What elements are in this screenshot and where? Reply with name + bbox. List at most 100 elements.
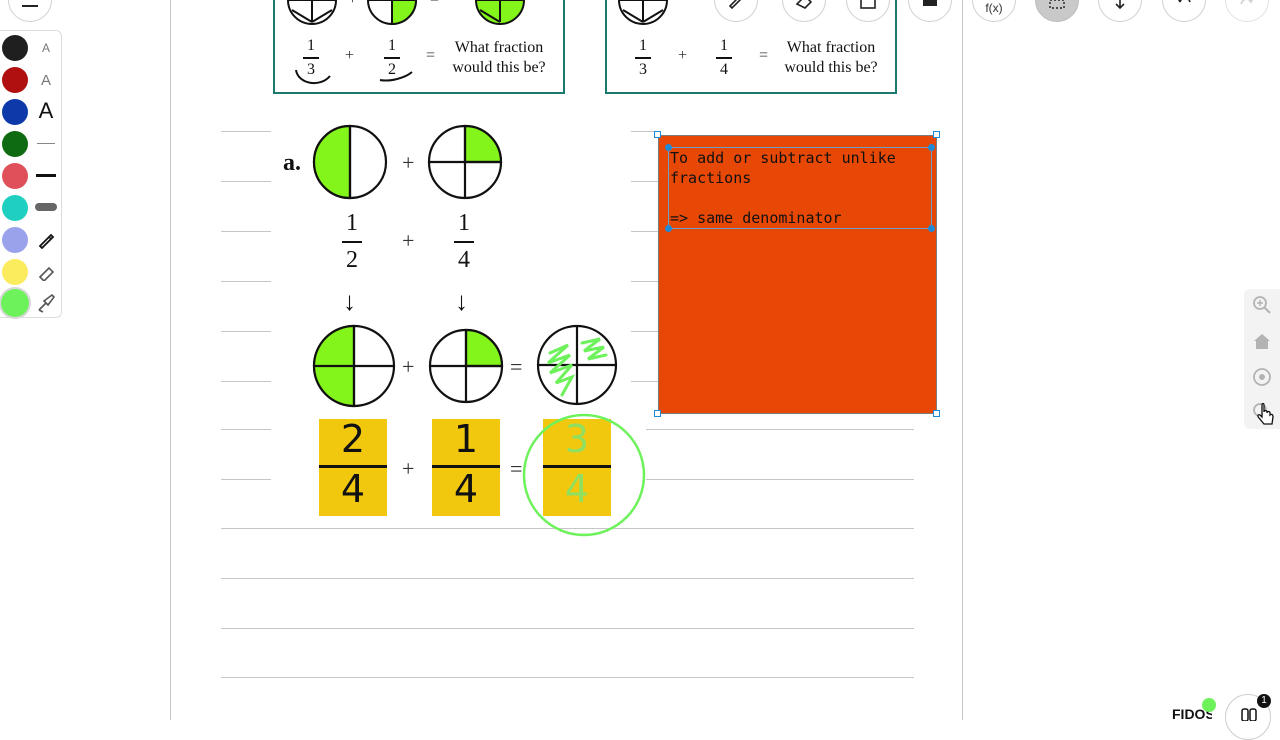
hw-numerator: 1 bbox=[453, 417, 479, 461]
online-status-dot bbox=[1202, 698, 1216, 712]
box-right-fraction-2: 1 4 bbox=[713, 37, 735, 79]
shape-icon bbox=[860, 0, 876, 9]
resize-handle[interactable] bbox=[654, 410, 661, 417]
fraction-bar bbox=[384, 57, 400, 59]
ruled-line bbox=[221, 677, 914, 678]
function-label: f(x) bbox=[985, 1, 1003, 15]
box-right-question: What fraction would this be? bbox=[776, 38, 886, 78]
hand-cursor-icon bbox=[1257, 403, 1274, 425]
highlighter-icon bbox=[38, 266, 55, 281]
redo-icon bbox=[1240, 0, 1253, 5]
hw-numerator: 2 bbox=[340, 417, 366, 461]
denominator: 3 bbox=[639, 60, 647, 78]
center-button[interactable] bbox=[1251, 366, 1273, 388]
pen-button[interactable] bbox=[34, 227, 58, 251]
line-thin[interactable] bbox=[34, 131, 58, 155]
text-resize-handle[interactable] bbox=[928, 144, 935, 151]
color-swatch-blue[interactable] bbox=[2, 99, 28, 125]
zoom-in-icon bbox=[1253, 296, 1271, 314]
color-swatch-yellow[interactable] bbox=[2, 259, 28, 285]
pen-icon bbox=[38, 233, 55, 249]
plus-sign-row3: + bbox=[402, 354, 415, 379]
ruled-line bbox=[221, 231, 271, 232]
color-swatch-green[interactable] bbox=[2, 131, 28, 157]
undo-button[interactable] bbox=[1162, 0, 1206, 22]
svg-text:=: = bbox=[430, 0, 439, 8]
box-left-question: What fraction would this be? bbox=[444, 38, 554, 78]
resize-handle[interactable] bbox=[933, 410, 940, 417]
resize-handle[interactable] bbox=[933, 131, 940, 138]
medium-line-icon bbox=[36, 173, 56, 177]
box-left-equals: = bbox=[426, 47, 436, 64]
fraction-bar bbox=[716, 57, 732, 59]
undo-icon bbox=[1178, 0, 1191, 3]
select-icon bbox=[1049, 0, 1065, 9]
ink-underline-marks bbox=[295, 69, 413, 85]
box-right-plus: + bbox=[678, 47, 688, 64]
move-tool-button[interactable] bbox=[1098, 0, 1142, 22]
participants-icon bbox=[1241, 708, 1257, 721]
question-line-2: would this be? bbox=[784, 59, 878, 76]
text-size-medium[interactable]: A bbox=[34, 68, 58, 92]
problem-label: a. bbox=[283, 150, 301, 176]
handwritten-fraction-two-fourths: 2 4 bbox=[319, 417, 387, 516]
color-swatch-pink[interactable] bbox=[2, 163, 28, 189]
fraction-bar bbox=[303, 57, 319, 59]
example-box-left-pies: + = bbox=[286, 0, 526, 26]
fraction-one-quarter: 1 4 bbox=[450, 210, 478, 274]
color-swatch-lavender[interactable] bbox=[2, 227, 28, 253]
select-tool-button[interactable] bbox=[1035, 0, 1079, 22]
svg-text:+: + bbox=[348, 0, 357, 8]
move-icon bbox=[1115, 0, 1125, 10]
question-line-1: What fraction bbox=[454, 39, 544, 56]
denominator: 4 bbox=[720, 60, 728, 78]
ruled-line bbox=[221, 628, 914, 629]
numerator: 1 bbox=[346, 210, 358, 236]
ruled-line bbox=[221, 479, 271, 480]
fraction-bar bbox=[342, 241, 362, 243]
numerator: 1 bbox=[639, 37, 647, 54]
note-icon bbox=[923, 0, 937, 6]
fraction-bar bbox=[635, 57, 651, 59]
highlighter-button[interactable] bbox=[34, 259, 58, 283]
text-resize-handle[interactable] bbox=[665, 225, 672, 232]
color-swatch-black[interactable] bbox=[2, 35, 28, 61]
redo-button[interactable] bbox=[1225, 0, 1269, 22]
brush-button[interactable] bbox=[34, 291, 58, 315]
menu-button[interactable] bbox=[8, 0, 52, 22]
denominator: 2 bbox=[346, 246, 358, 273]
target-icon bbox=[1253, 368, 1271, 386]
text-size-small[interactable]: A bbox=[34, 36, 58, 60]
resize-handle[interactable] bbox=[654, 131, 661, 138]
ruled-line bbox=[221, 429, 271, 430]
text-resize-handle[interactable] bbox=[928, 225, 935, 232]
zoom-in-button[interactable] bbox=[1251, 294, 1273, 316]
color-swatch-light-green[interactable] bbox=[1, 289, 29, 317]
text-resize-handle[interactable] bbox=[665, 144, 672, 151]
function-tool-button[interactable]: f(x) bbox=[972, 0, 1016, 22]
brush-icon bbox=[38, 293, 56, 313]
line-medium[interactable] bbox=[34, 163, 58, 187]
numerator: 1 bbox=[307, 37, 315, 54]
down-arrow-left: ↓ bbox=[343, 287, 356, 316]
plus-sign-row1: + bbox=[402, 150, 415, 175]
participants-count-badge: 1 bbox=[1257, 694, 1271, 708]
box-right-fraction-1: 1 3 bbox=[632, 37, 654, 79]
home-button[interactable] bbox=[1251, 330, 1273, 352]
denominator: 4 bbox=[458, 246, 470, 273]
numerator: 1 bbox=[720, 37, 728, 54]
down-arrow-right: ↓ bbox=[455, 287, 468, 316]
ruled-line bbox=[221, 381, 271, 382]
plus-sign-row2: + bbox=[402, 228, 415, 253]
text-size-large[interactable]: A bbox=[34, 98, 58, 123]
eraser-icon bbox=[795, 0, 813, 9]
thin-line-icon bbox=[37, 142, 55, 144]
question-line-1: What fraction bbox=[786, 39, 876, 56]
color-swatch-red[interactable] bbox=[2, 67, 28, 93]
numerator: 1 bbox=[388, 37, 396, 54]
color-swatch-turquoise[interactable] bbox=[2, 195, 28, 221]
line-thick[interactable] bbox=[34, 195, 58, 219]
fraction-one-half: 1 2 bbox=[338, 210, 366, 274]
question-line-2: would this be? bbox=[452, 59, 546, 76]
thick-line-icon bbox=[35, 203, 57, 211]
